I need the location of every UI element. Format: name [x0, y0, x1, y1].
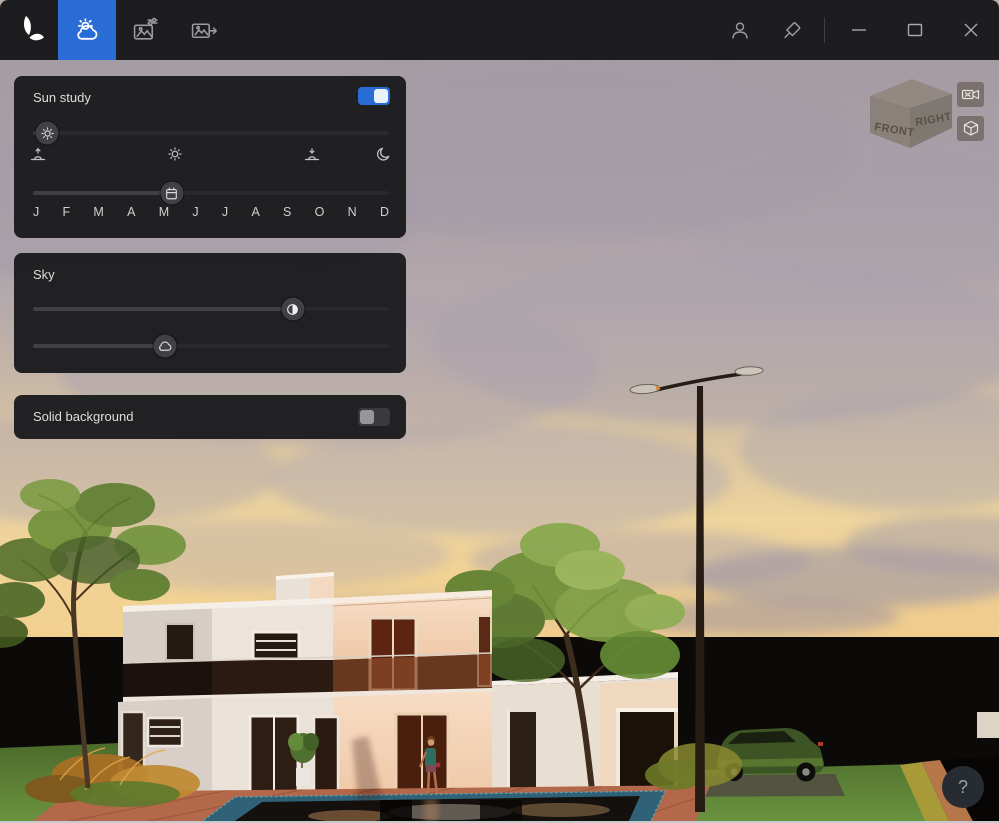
orientation-cube[interactable]: FRONT RIGHT [858, 66, 962, 152]
sky-brightness-fill [33, 307, 293, 311]
noon-sun-icon [167, 146, 183, 162]
sky-clouds-slider[interactable] [33, 344, 389, 348]
neighbor-wall [977, 712, 999, 738]
close-button[interactable] [943, 0, 999, 60]
month-label: J [222, 205, 228, 219]
app-window: Sun study [0, 0, 999, 823]
month-label: S [283, 205, 291, 219]
tab-weather[interactable] [58, 0, 116, 60]
sky-panel: Sky [14, 253, 406, 373]
sun-icon [40, 126, 54, 140]
sky-title: Sky [33, 267, 55, 282]
minimize-icon [847, 18, 871, 42]
sky-brightness-handle[interactable] [281, 298, 304, 321]
month-labels: J F M A M J J A S O N D [33, 205, 389, 219]
perspective-cube-button[interactable] [957, 116, 984, 141]
camera-view-icon [961, 86, 980, 103]
account-button[interactable] [714, 0, 766, 60]
solid-background-title: Solid background [33, 395, 133, 439]
date-slider-fill [33, 191, 172, 195]
account-icon [728, 18, 752, 42]
month-label: O [315, 205, 325, 219]
cloud-icon [157, 339, 172, 354]
month-label: J [192, 205, 198, 219]
sun-study-panel: Sun study [14, 76, 406, 238]
sun-cloud-weather-icon [74, 17, 101, 44]
lumion-leaf-logo[interactable] [0, 0, 58, 60]
perspective-cube-icon [962, 120, 980, 137]
toggle-knob [374, 89, 388, 103]
month-label: M [93, 205, 103, 219]
time-markers [33, 146, 389, 164]
sunset-icon [304, 146, 321, 163]
maximize-button[interactable] [887, 0, 943, 60]
date-slider-handle[interactable] [160, 182, 183, 205]
help-button[interactable]: ? [942, 766, 984, 808]
tab-photo-adjust[interactable] [116, 0, 174, 60]
calendar-icon [165, 186, 179, 200]
pin-button[interactable] [766, 0, 818, 60]
photo-adjust-icon [132, 17, 159, 44]
pin-icon [780, 18, 804, 42]
sky-clouds-handle[interactable] [153, 335, 176, 358]
image-export-icon [190, 17, 217, 44]
time-slider-handle[interactable] [36, 122, 59, 145]
month-label: D [380, 205, 389, 219]
sun-study-toggle[interactable] [358, 87, 390, 105]
tab-image-export[interactable] [174, 0, 232, 60]
minimize-button[interactable] [831, 0, 887, 60]
maximize-icon [903, 18, 927, 42]
titlebar [0, 0, 999, 60]
month-label: M [159, 205, 169, 219]
toggle-knob [360, 410, 374, 424]
help-label: ? [958, 777, 968, 798]
sky-clouds-fill [33, 344, 165, 348]
date-slider[interactable] [33, 191, 389, 195]
month-label: F [63, 205, 71, 219]
month-label: N [348, 205, 357, 219]
sky-brightness-slider[interactable] [33, 307, 389, 311]
contrast-icon [286, 302, 300, 316]
month-label: A [251, 205, 259, 219]
close-icon [959, 18, 983, 42]
sunrise-icon [30, 146, 47, 163]
month-label: A [127, 205, 135, 219]
time-slider[interactable] [33, 131, 389, 135]
moon-icon [376, 146, 392, 162]
solid-background-toggle[interactable] [358, 408, 390, 426]
sun-study-title: Sun study [33, 90, 91, 105]
camera-view-button[interactable] [957, 82, 984, 107]
month-label: J [33, 205, 39, 219]
titlebar-separator [824, 17, 825, 43]
solid-background-panel: Solid background [14, 395, 406, 439]
